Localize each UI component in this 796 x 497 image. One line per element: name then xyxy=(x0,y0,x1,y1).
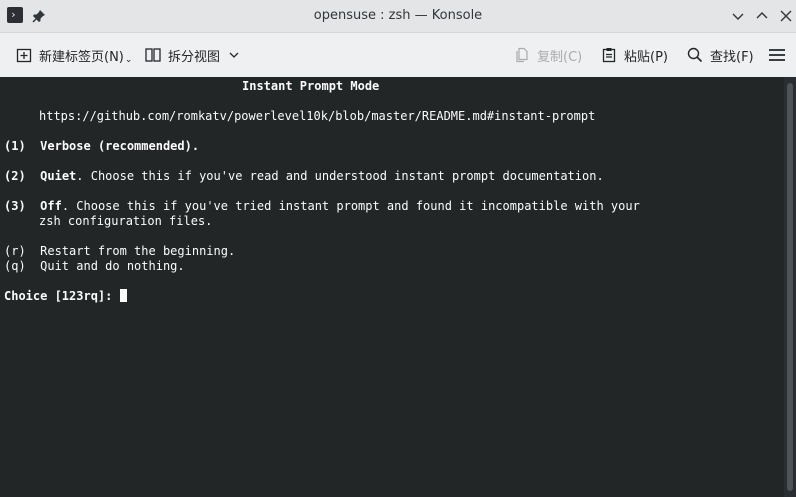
copy-label: 复制(C) xyxy=(537,49,583,65)
minimize-icon[interactable] xyxy=(730,8,746,24)
chevron-down-icon[interactable] xyxy=(228,49,240,61)
choice-prompt-text: Choice [123rq]: xyxy=(4,289,120,303)
title-bar[interactable]: › opensuse : zsh — Konsole xyxy=(0,0,796,33)
new-tab-dropdown-icon[interactable]: ⌄ xyxy=(125,55,133,65)
scrollbar-thumb[interactable] xyxy=(787,83,793,491)
instant-prompt-url: https://github.com/romkatv/powerlevel10k… xyxy=(39,109,596,123)
option-1: (1) Verbose (recommended). xyxy=(4,139,199,154)
option-3: (3) Off. Choose this if you've tried ins… xyxy=(4,199,640,214)
paste-label: 粘贴(P) xyxy=(624,49,668,65)
copy-icon xyxy=(516,47,528,63)
paste-icon xyxy=(602,48,616,63)
split-view-label: 拆分视图 xyxy=(168,49,221,65)
find-label: 查找(F) xyxy=(710,49,754,65)
maximize-icon[interactable] xyxy=(754,8,770,24)
split-view-icon xyxy=(145,48,161,62)
terminal-output[interactable]: Instant Prompt Mode https://github.com/r… xyxy=(0,77,784,497)
option-2-text: . Choose this if you've read and underst… xyxy=(76,169,604,183)
new-tab-label: 新建标签页(N) xyxy=(39,49,124,65)
option-quit: (q) Quit and do nothing. xyxy=(4,259,185,273)
window-title: opensuse : zsh — Konsole xyxy=(313,8,483,23)
terminal-header: Instant Prompt Mode xyxy=(242,79,380,93)
toolbar: 新建标签页(N) ⌄ 拆分视图 复制(C) 粘贴(P) 查找(F) xyxy=(0,33,796,78)
option-1-number: (1) xyxy=(4,139,26,153)
option-2-label: Quiet xyxy=(40,169,77,183)
option-1-text: Verbose (recommended). xyxy=(40,139,200,153)
choice-prompt[interactable]: Choice [123rq]: xyxy=(4,289,127,304)
konsole-window: › opensuse : zsh — Konsole 新建标签页(N) ⌄ 拆分… xyxy=(0,0,796,497)
terminal-scrollbar[interactable] xyxy=(784,77,796,497)
hamburger-menu-icon xyxy=(769,49,785,61)
split-view-button[interactable]: 拆分视图 xyxy=(144,33,246,77)
paste-button[interactable]: 粘贴(P) xyxy=(600,33,668,77)
text-cursor xyxy=(119,289,127,302)
hamburger-menu-button[interactable] xyxy=(768,33,792,77)
new-tab-button[interactable]: 新建标签页(N) ⌄ xyxy=(15,33,132,77)
option-3-text: . Choose this if you've tried instant pr… xyxy=(61,199,640,213)
close-icon[interactable] xyxy=(778,8,794,24)
option-3-label: Off xyxy=(40,199,62,213)
option-restart: (r) Restart from the beginning. xyxy=(4,244,236,258)
option-3-number: (3) xyxy=(4,199,26,213)
option-2: (2) Quiet. Choose this if you've read an… xyxy=(4,169,604,184)
option-3-continuation: zsh configuration files. xyxy=(39,214,213,228)
search-icon xyxy=(687,47,703,63)
find-button[interactable]: 查找(F) xyxy=(686,33,754,77)
copy-button[interactable]: 复制(C) xyxy=(513,33,582,77)
option-2-number: (2) xyxy=(4,169,26,183)
new-tab-icon xyxy=(16,48,32,63)
